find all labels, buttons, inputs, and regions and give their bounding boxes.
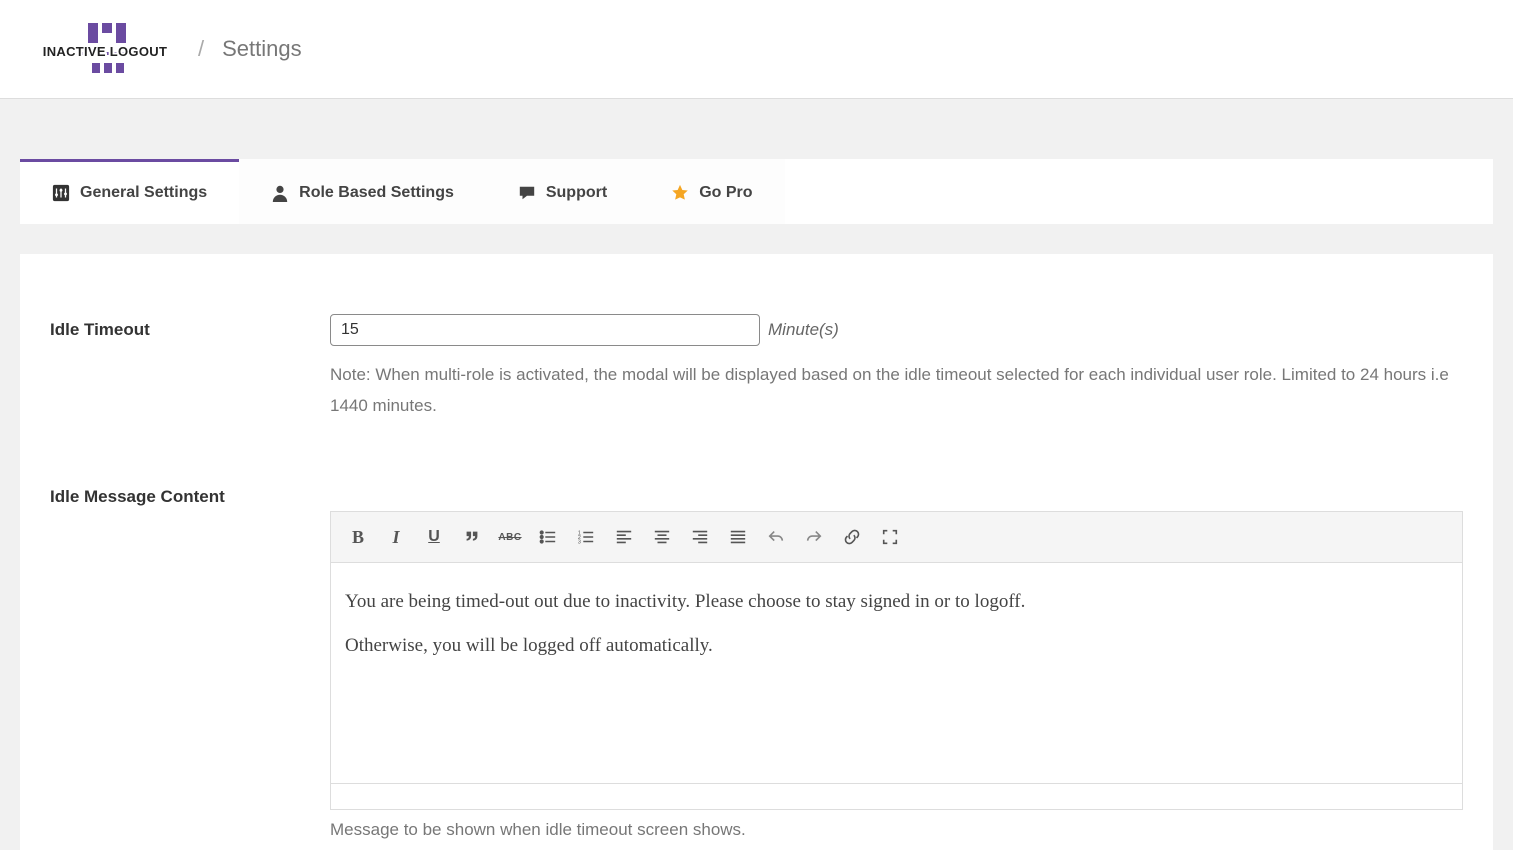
- align-left-button[interactable]: [607, 520, 641, 554]
- align-right-button[interactable]: [683, 520, 717, 554]
- tab-label: Support: [546, 184, 607, 202]
- editor-statusbar: [331, 783, 1462, 809]
- tab-general-settings[interactable]: General Settings: [20, 159, 239, 224]
- star-icon: [671, 184, 689, 202]
- align-right-icon: [691, 528, 709, 546]
- idle-message-label: Idle Message Content: [50, 481, 330, 507]
- row-idle-message: Idle Message Content B I U ABC: [50, 481, 1463, 840]
- bullet-list-icon: [539, 528, 557, 546]
- comment-icon: [518, 184, 536, 202]
- editor-toolbar: B I U ABC 123: [331, 512, 1462, 563]
- fullscreen-button[interactable]: [873, 520, 907, 554]
- redo-button[interactable]: [797, 520, 831, 554]
- svg-text:3: 3: [578, 539, 581, 545]
- topbar: INACTIVE LOGOUT / Settings: [0, 0, 1513, 99]
- idle-timeout-input[interactable]: [330, 314, 760, 346]
- tab-support[interactable]: Support: [486, 159, 639, 224]
- numbered-list-button[interactable]: 123: [569, 520, 603, 554]
- rich-text-editor: B I U ABC 123: [330, 511, 1463, 810]
- redo-icon: [805, 528, 823, 546]
- align-justify-button[interactable]: [721, 520, 755, 554]
- tab-role-based-settings[interactable]: Role Based Settings: [239, 159, 486, 224]
- tab-label: Role Based Settings: [299, 184, 454, 202]
- editor-paragraph: You are being timed-out out due to inact…: [345, 591, 1448, 613]
- breadcrumb-title: Settings: [222, 36, 302, 62]
- tab-label: Go Pro: [699, 184, 752, 202]
- underline-button[interactable]: U: [417, 520, 451, 554]
- page-body: General Settings Role Based Settings Sup…: [0, 99, 1513, 850]
- inactive-logout-logo-icon: INACTIVE LOGOUT: [30, 19, 180, 79]
- italic-button[interactable]: I: [379, 520, 413, 554]
- row-idle-timeout: Idle Timeout Minute(s) Note: When multi-…: [50, 314, 1463, 421]
- strikethrough-button[interactable]: ABC: [493, 520, 527, 554]
- bold-button[interactable]: B: [341, 520, 375, 554]
- idle-timeout-unit: Minute(s): [768, 320, 839, 340]
- align-center-icon: [653, 528, 671, 546]
- fullscreen-icon: [881, 528, 899, 546]
- idle-message-help: Message to be shown when idle timeout sc…: [330, 820, 1463, 840]
- tab-label: General Settings: [80, 184, 207, 202]
- sliders-icon: [52, 184, 70, 202]
- breadcrumb-separator: /: [198, 36, 204, 62]
- tab-bar: General Settings Role Based Settings Sup…: [20, 159, 1493, 224]
- undo-icon: [767, 528, 785, 546]
- brand-logo: INACTIVE LOGOUT: [30, 19, 180, 79]
- quote-icon: [463, 528, 481, 546]
- numbered-list-icon: 123: [577, 528, 595, 546]
- editor-paragraph: Otherwise, you will be logged off automa…: [345, 635, 1448, 657]
- editor-content[interactable]: You are being timed-out out due to inact…: [331, 563, 1462, 783]
- blockquote-button[interactable]: [455, 520, 489, 554]
- bullet-list-button[interactable]: [531, 520, 565, 554]
- align-justify-icon: [729, 528, 747, 546]
- link-icon: [843, 528, 861, 546]
- link-button[interactable]: [835, 520, 869, 554]
- align-center-button[interactable]: [645, 520, 679, 554]
- svg-text:INACTIVE LOGOUT: INACTIVE LOGOUT: [43, 44, 167, 59]
- undo-button[interactable]: [759, 520, 793, 554]
- settings-panel: Idle Timeout Minute(s) Note: When multi-…: [20, 254, 1493, 850]
- tab-go-pro[interactable]: Go Pro: [639, 159, 784, 224]
- idle-timeout-help: Note: When multi-role is activated, the …: [330, 360, 1463, 421]
- align-left-icon: [615, 528, 633, 546]
- idle-timeout-label: Idle Timeout: [50, 314, 330, 340]
- person-icon: [271, 184, 289, 202]
